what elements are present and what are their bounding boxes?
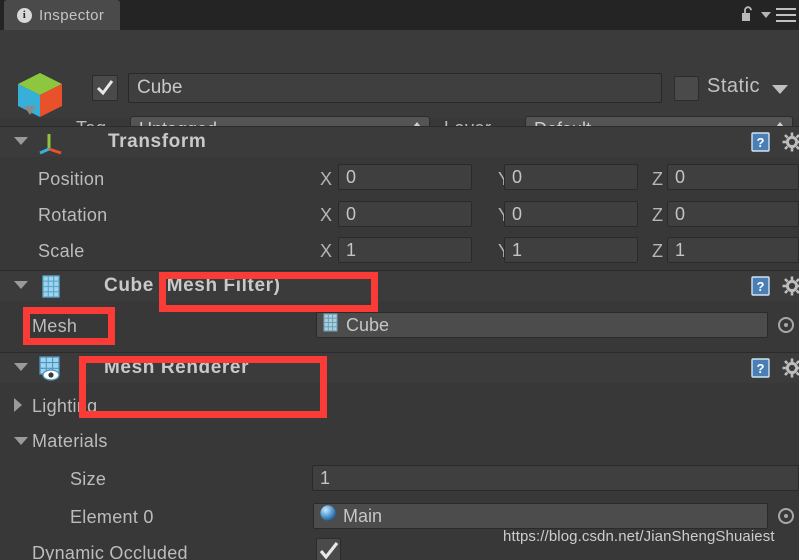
rotation-x-input[interactable]: 0	[338, 201, 472, 227]
material-element-0-field[interactable]: Main	[313, 503, 768, 529]
lock-open-icon[interactable]	[741, 6, 755, 23]
field-label-materials: Materials	[32, 431, 108, 451]
field-label-scale: Scale	[38, 241, 85, 261]
object-picker-icon[interactable]	[778, 508, 794, 524]
static-dropdown-icon[interactable]	[772, 85, 788, 94]
position-y-input[interactable]: 0	[504, 164, 638, 190]
axis-label-x: X	[320, 205, 333, 225]
help-book-icon[interactable]: ?	[750, 275, 772, 297]
scale-z-input[interactable]: 1	[667, 237, 799, 263]
foldout-mesh-renderer-icon[interactable]	[14, 363, 28, 371]
gameobject-name-input[interactable]: Cube	[128, 73, 662, 103]
rotation-y-input[interactable]: 0	[504, 201, 638, 227]
component-title-transform: Transform	[108, 131, 207, 152]
field-label-size: Size	[70, 469, 107, 489]
mesh-object-field[interactable]: Cube	[316, 312, 768, 338]
object-picker-icon[interactable]	[778, 317, 794, 333]
svg-text:?: ?	[757, 135, 765, 150]
help-book-icon[interactable]: ?	[750, 357, 772, 379]
dynamic-occluded-checkbox[interactable]	[316, 538, 341, 560]
materials-size-input[interactable]: 1	[312, 465, 799, 491]
rotation-z-input[interactable]: 0	[667, 201, 799, 227]
chevron-down-icon[interactable]	[761, 12, 771, 18]
field-label-position: Position	[38, 169, 105, 189]
component-header-mesh-renderer[interactable]: Mesh Renderer ?	[0, 353, 799, 383]
gameobject-active-checkbox[interactable]	[92, 75, 118, 101]
field-label-mesh: Mesh	[32, 316, 78, 336]
material-sphere-icon	[319, 504, 337, 528]
static-label: Static	[707, 75, 761, 97]
mesh-renderer-icon	[38, 356, 66, 387]
gear-icon[interactable]	[782, 132, 799, 152]
transform-axis-icon	[38, 131, 64, 160]
tab-inspector[interactable]: i Inspector	[4, 0, 121, 30]
axis-label-x: X	[320, 169, 333, 189]
foldout-lighting-icon[interactable]	[14, 398, 22, 412]
foldout-materials-icon[interactable]	[14, 437, 28, 445]
field-label-rotation: Rotation	[38, 205, 108, 225]
tab-strip: i Inspector	[0, 0, 799, 30]
component-title-mesh-renderer: Mesh Renderer	[104, 357, 250, 378]
material-element-0-value: Main	[343, 506, 383, 526]
axis-label-z: Z	[652, 205, 663, 225]
axis-label-z: Z	[652, 169, 663, 189]
cube-prefab-icon	[14, 70, 66, 120]
hamburger-menu-icon[interactable]	[776, 8, 796, 26]
scale-y-input[interactable]: 1	[504, 237, 638, 263]
mesh-filter-icon	[40, 275, 62, 303]
mesh-asset-icon	[322, 312, 340, 338]
info-icon: i	[17, 7, 32, 23]
foldout-transform-icon[interactable]	[14, 137, 28, 145]
mesh-value: Cube	[346, 315, 390, 335]
svg-text:?: ?	[757, 361, 765, 376]
object-header: Cube Static Tag Untagged Layer Default	[0, 30, 799, 142]
field-label-element-0: Element 0	[70, 507, 154, 527]
component-title-mesh-filter: Cube (Mesh Filter)	[104, 275, 281, 296]
foldout-mesh-filter-icon[interactable]	[14, 281, 28, 289]
static-checkbox[interactable]	[674, 76, 699, 101]
axis-label-z: Z	[652, 241, 663, 261]
field-label-lighting: Lighting	[32, 396, 98, 416]
tab-inspector-label: Inspector	[39, 6, 105, 24]
position-z-input[interactable]: 0	[667, 164, 799, 190]
axis-label-x: X	[320, 241, 333, 261]
gear-icon[interactable]	[782, 276, 799, 296]
component-header-transform[interactable]: Transform ?	[0, 127, 799, 157]
field-label-dynamic-occluded: Dynamic Occluded	[32, 543, 188, 560]
watermark-text: https://blog.csdn.net/JianShengShuaiest	[503, 528, 775, 545]
component-header-mesh-filter[interactable]: Cube (Mesh Filter) ?	[0, 271, 799, 301]
help-book-icon[interactable]: ?	[750, 131, 772, 153]
gear-icon[interactable]	[782, 358, 799, 378]
position-x-input[interactable]: 0	[338, 164, 472, 190]
scale-x-input[interactable]: 1	[338, 237, 472, 263]
inspector-window: i Inspector Cube Static Transform ? Posi…	[0, 0, 799, 560]
svg-text:?: ?	[757, 279, 765, 294]
